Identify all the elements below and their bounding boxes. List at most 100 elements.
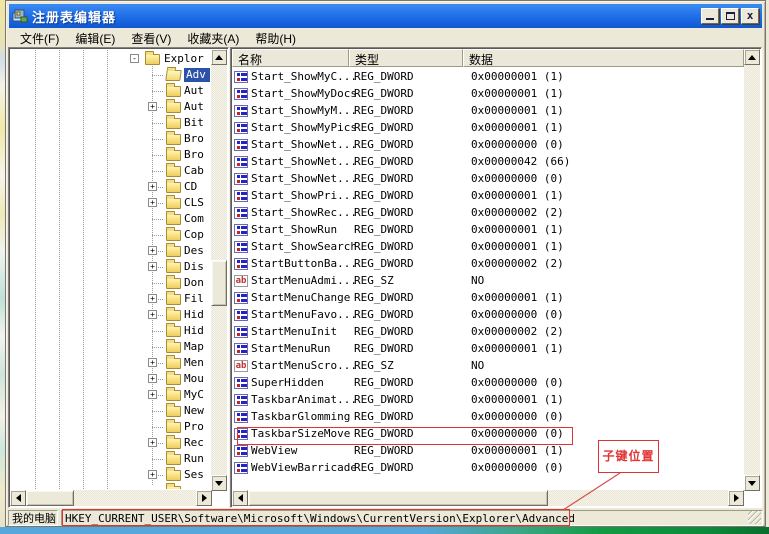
expand-icon[interactable]: + — [148, 262, 157, 271]
menu-item-0[interactable]: 文件(F) — [13, 28, 66, 49]
value-row[interactable]: StartMenuChange REG_DWORD 0x00000001 (1) — [232, 289, 744, 306]
value-row[interactable]: SuperHidden REG_DWORD 0x00000000 (0) — [232, 374, 744, 391]
tree-item-label[interactable]: Cop — [184, 228, 210, 242]
tree-item[interactable]: + Hid — [11, 307, 210, 323]
values-scroll-down-button[interactable] — [744, 475, 760, 491]
value-row[interactable]: ab StartMenuScro... REG_SZ NO — [232, 357, 744, 374]
tree-item[interactable]: Adv — [11, 67, 210, 83]
menu-item-3[interactable]: 收藏夹(A) — [180, 28, 246, 49]
values-scroll-up-button[interactable] — [744, 49, 760, 65]
tree-hscroll-thumb[interactable] — [26, 490, 74, 506]
values-scroll-right-button[interactable] — [728, 490, 744, 506]
tree-item-label[interactable]: Des — [184, 244, 210, 258]
value-row[interactable]: Start_ShowNet... REG_DWORD 0x00000000 (0) — [232, 136, 744, 153]
value-row[interactable]: Start_ShowNet... REG_DWORD 0x00000000 (0) — [232, 170, 744, 187]
tree-item-label[interactable]: Adv — [184, 68, 210, 82]
collapse-icon[interactable]: - — [130, 54, 139, 63]
value-row[interactable]: TaskbarSizeMove REG_DWORD 0x00000000 (0) — [232, 425, 744, 442]
close-button[interactable]: x — [741, 8, 759, 24]
value-row[interactable]: TaskbarAnimat... REG_DWORD 0x00000001 (1) — [232, 391, 744, 408]
tree-item-label[interactable]: Mou — [184, 372, 210, 386]
tree-item[interactable]: Com — [11, 211, 210, 227]
tree-item-label[interactable]: Bro — [184, 148, 210, 162]
menu-item-4[interactable]: 帮助(H) — [248, 28, 303, 49]
value-row[interactable]: Start_ShowRec... REG_DWORD 0x00000002 (2) — [232, 204, 744, 221]
tree-item-label[interactable]: Aut — [184, 100, 210, 114]
tree-item[interactable]: + Ses — [11, 467, 210, 483]
tree-item-label[interactable]: CLS — [184, 196, 210, 210]
expand-icon[interactable]: + — [148, 358, 157, 367]
value-row[interactable]: Start_ShowMyM... REG_DWORD 0x00000001 (1) — [232, 102, 744, 119]
minimize-button[interactable] — [701, 8, 719, 24]
column-header-type[interactable]: 类型 — [349, 49, 463, 67]
tree-item[interactable]: + Rec — [11, 435, 210, 451]
tree-item[interactable]: + Aut — [11, 99, 210, 115]
values-vertical-scrollbar[interactable] — [744, 49, 760, 491]
tree-item[interactable] — [11, 483, 210, 489]
tree-scroll-left-button[interactable] — [10, 490, 26, 506]
values-horizontal-scrollbar[interactable] — [232, 490, 744, 506]
tree-item-label[interactable]: Cab — [184, 164, 210, 178]
expand-icon[interactable]: + — [148, 390, 157, 399]
tree-item[interactable]: + CLS — [11, 195, 210, 211]
tree-item-label[interactable]: New — [184, 404, 210, 418]
tree-item-label[interactable]: Dis — [184, 260, 210, 274]
tree-horizontal-scrollbar[interactable] — [10, 490, 212, 506]
value-row[interactable]: WebViewBarricade REG_DWORD 0x00000000 (0) — [232, 459, 744, 476]
tree-scroll-down-button[interactable] — [211, 475, 227, 491]
expand-icon[interactable]: + — [148, 438, 157, 447]
tree-item[interactable]: + Men — [11, 355, 210, 371]
tree-item[interactable]: Bro — [11, 147, 210, 163]
menu-item-2[interactable]: 查看(V) — [124, 28, 178, 49]
tree-vscroll-thumb[interactable] — [211, 260, 227, 306]
tree-item[interactable]: Bro — [11, 131, 210, 147]
tree-item[interactable]: Pro — [11, 419, 210, 435]
value-row[interactable]: Start_ShowMyPics REG_DWORD 0x00000001 (1) — [232, 119, 744, 136]
tree-item-label[interactable]: Fil — [184, 292, 210, 306]
value-row[interactable]: StartMenuFavo... REG_DWORD 0x00000000 (0) — [232, 306, 744, 323]
tree-item[interactable]: New — [11, 403, 210, 419]
expand-icon[interactable]: + — [148, 294, 157, 303]
value-row[interactable]: StartMenuRun REG_DWORD 0x00000001 (1) — [232, 340, 744, 357]
tree-item[interactable]: Aut — [11, 83, 210, 99]
column-header-name[interactable]: 名称 — [232, 49, 349, 67]
tree-item-label[interactable]: Map — [184, 340, 210, 354]
column-header-data[interactable]: 数据 — [463, 49, 744, 67]
expand-icon[interactable]: + — [148, 102, 157, 111]
tree-item-label[interactable]: MyC — [184, 388, 210, 402]
value-row[interactable]: Start_ShowMyC... REG_DWORD 0x00000001 (1) — [232, 68, 744, 85]
tree-item[interactable]: + Des — [11, 243, 210, 259]
tree-item[interactable]: Run — [11, 451, 210, 467]
value-row[interactable]: StartButtonBa... REG_DWORD 0x00000002 (2) — [232, 255, 744, 272]
value-row[interactable]: WebView REG_DWORD 0x00000001 (1) — [232, 442, 744, 459]
tree-scroll-right-button[interactable] — [196, 490, 212, 506]
value-row[interactable]: Start_ShowRun REG_DWORD 0x00000001 (1) — [232, 221, 744, 238]
title-bar[interactable]: 注册表编辑器 x — [9, 4, 762, 28]
tree-item-label[interactable]: Bro — [184, 132, 210, 146]
tree-item[interactable]: + MyC — [11, 387, 210, 403]
tree-item-label[interactable]: Explor — [164, 52, 210, 66]
tree-item[interactable]: Cop — [11, 227, 210, 243]
values-scroll-left-button[interactable] — [232, 490, 248, 506]
tree-item-label[interactable]: Men — [184, 356, 210, 370]
expand-icon[interactable]: + — [148, 374, 157, 383]
tree-item[interactable]: + CD — [11, 179, 210, 195]
maximize-button[interactable] — [721, 8, 739, 24]
tree-item-label[interactable]: Hid — [184, 308, 210, 322]
expand-icon[interactable]: + — [148, 246, 157, 255]
tree-item[interactable]: + Dis — [11, 259, 210, 275]
resize-grip[interactable] — [748, 511, 761, 524]
tree-item-label[interactable]: Aut — [184, 84, 210, 98]
values-hscroll-thumb[interactable] — [248, 490, 548, 506]
tree-item[interactable]: - Explor — [11, 51, 210, 67]
value-row[interactable]: ab StartMenuAdmi... REG_SZ NO — [232, 272, 744, 289]
tree-item[interactable]: + Mou — [11, 371, 210, 387]
value-row[interactable]: Start_ShowSearch REG_DWORD 0x00000001 (1) — [232, 238, 744, 255]
tree-item-label[interactable]: Rec — [184, 436, 210, 450]
expand-icon[interactable]: + — [148, 310, 157, 319]
tree-item[interactable]: Cab — [11, 163, 210, 179]
value-row[interactable]: TaskbarGlomming REG_DWORD 0x00000000 (0) — [232, 408, 744, 425]
tree-item[interactable]: Bit — [11, 115, 210, 131]
tree-scroll-up-button[interactable] — [211, 49, 227, 65]
tree-item-label[interactable]: Ses — [184, 468, 210, 482]
